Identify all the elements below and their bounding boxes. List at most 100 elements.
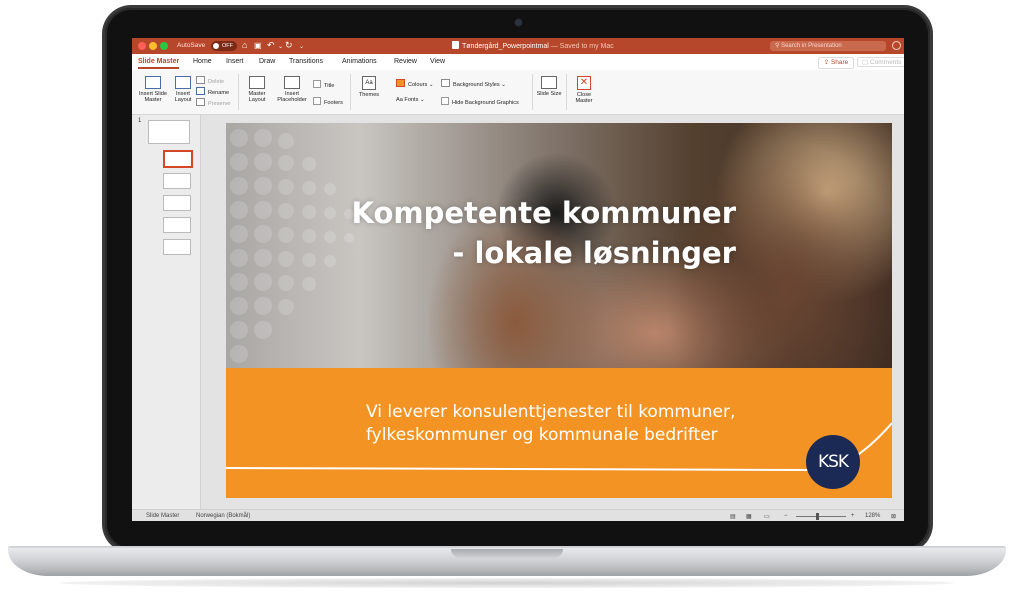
laptop-notch	[451, 549, 563, 558]
slide-size-icon	[541, 76, 557, 89]
master-layout-button[interactable]: Master Layout	[242, 76, 272, 103]
hide-background-checkbox-box	[441, 97, 449, 105]
layout-thumbnail[interactable]	[163, 239, 191, 255]
fonts-button[interactable]: Aa Fonts ⌄	[396, 97, 425, 103]
home-icon[interactable]: ⌂	[242, 40, 247, 50]
search-input[interactable]: ⚲ Search in Presentation	[770, 41, 886, 51]
zoom-slider-handle[interactable]	[816, 513, 819, 520]
zoom-out-icon[interactable]: −	[784, 513, 788, 519]
customize-toolbar-icon[interactable]: ⌄	[299, 43, 304, 50]
comments-label: Comments	[869, 59, 902, 66]
minimize-window-button[interactable]	[149, 42, 157, 50]
document-save-status: — Saved to my Mac	[550, 43, 614, 50]
zoom-window-button[interactable]	[160, 42, 168, 50]
search-placeholder: Search in Presentation	[781, 43, 842, 49]
footers-checkbox-label: Footers	[324, 100, 343, 106]
rename-button[interactable]: Rename	[196, 87, 229, 96]
autosave-toggle[interactable]: OFF	[211, 41, 237, 51]
placeholder-icon	[284, 76, 300, 89]
share-button[interactable]: ⇪ Share	[818, 57, 854, 69]
layout-thumbnail[interactable]	[163, 150, 193, 168]
hide-background-graphics-checkbox[interactable]: Hide Background Graphics	[441, 97, 519, 106]
delete-icon	[196, 76, 205, 84]
share-icon: ⇪	[823, 59, 831, 66]
ribbon-toolbar: Insert Slide Master Insert Layout Delete…	[132, 70, 904, 115]
tab-slide-master[interactable]: Slide Master	[138, 58, 180, 69]
status-language[interactable]: Norwegian (Bokmål)	[196, 513, 250, 519]
tab-draw[interactable]: Draw	[259, 58, 275, 65]
delete-button[interactable]: Delete	[196, 76, 224, 85]
status-view-name: Slide Master	[146, 513, 180, 519]
footers-checkbox-box	[313, 97, 321, 105]
tab-view[interactable]: View	[430, 58, 445, 65]
master-layout-icon	[249, 76, 265, 89]
fonts-label: Fonts	[404, 97, 419, 103]
insert-layout-button[interactable]: Insert Layout	[171, 76, 195, 103]
ribbon-divider	[566, 74, 567, 110]
undo-icon[interactable]: ↶	[267, 40, 275, 51]
ribbon-tabs: Slide Master Home Insert Draw Transition…	[132, 54, 904, 70]
background-styles-icon	[441, 79, 450, 87]
colours-button[interactable]: Colours ⌄	[396, 79, 434, 88]
rename-icon	[196, 87, 205, 95]
ribbon-divider	[350, 74, 351, 110]
document-icon	[452, 41, 459, 49]
laptop-shadow	[60, 578, 954, 588]
undo-dropdown-icon[interactable]: ⌄	[278, 43, 283, 50]
preserve-button[interactable]: Preserve	[196, 98, 230, 107]
insert-slide-master-button[interactable]: Insert Slide Master	[135, 76, 171, 103]
reading-view-icon[interactable]: ▭	[764, 513, 770, 520]
master-layout-label: Master Layout	[248, 91, 266, 103]
tab-insert[interactable]: Insert	[226, 58, 244, 65]
hide-background-graphics-label: Hide Background Graphics	[452, 100, 519, 106]
slide-size-label: Slide Size	[536, 91, 562, 97]
layout-thumbnail[interactable]	[163, 173, 191, 189]
fit-to-window-icon[interactable]: ⊠	[891, 513, 896, 520]
insert-slide-master-label: Insert Slide Master	[139, 91, 167, 103]
colours-icon	[396, 79, 405, 87]
webcam	[515, 19, 522, 26]
feedback-smiley-icon[interactable]	[892, 41, 901, 50]
footers-checkbox[interactable]: Footers	[313, 97, 343, 106]
title-checkbox[interactable]: Title	[313, 80, 334, 89]
close-window-button[interactable]	[138, 42, 146, 50]
rename-label: Rename	[208, 90, 230, 96]
close-master-icon: ✕	[577, 76, 591, 90]
redo-icon[interactable]: ↻	[285, 40, 293, 51]
tab-review[interactable]: Review	[394, 58, 417, 65]
background-styles-button[interactable]: Background Styles ⌄	[441, 79, 506, 88]
tab-transitions[interactable]: Transitions	[289, 58, 323, 65]
save-icon[interactable]: ▣	[254, 41, 262, 50]
themes-button[interactable]: Aa Themes	[354, 76, 384, 98]
slide-sorter-icon[interactable]: ▦	[746, 513, 752, 520]
themes-label: Themes	[358, 92, 380, 98]
close-master-button[interactable]: ✕ Close Master	[570, 76, 598, 104]
comment-icon: ▢	[862, 59, 870, 66]
tab-home[interactable]: Home	[193, 58, 212, 65]
themes-icon: Aa	[362, 76, 376, 90]
layout-thumbnail[interactable]	[163, 217, 191, 233]
slide-master-thumbnail[interactable]	[148, 120, 190, 144]
preserve-label: Preserve	[208, 101, 231, 107]
tab-animations[interactable]: Animations	[342, 58, 377, 65]
layout-icon	[175, 76, 191, 89]
layout-thumbnail[interactable]	[163, 195, 191, 211]
normal-view-icon[interactable]: ▤	[730, 513, 736, 520]
colours-label: Colours	[408, 82, 428, 88]
zoom-slider[interactable]	[796, 516, 846, 517]
zoom-in-icon[interactable]: +	[851, 513, 855, 519]
powerpoint-window: AutoSave OFF ⌂ ▣ ↶ ⌄ ↻ ⌄ Tøndergård_Powe…	[132, 38, 904, 521]
decorative-swoosh-line	[226, 422, 892, 472]
slide-size-button[interactable]: Slide Size	[536, 76, 562, 97]
title-bar: AutoSave OFF ⌂ ▣ ↶ ⌄ ↻ ⌄ Tøndergård_Powe…	[132, 38, 904, 54]
status-bar: Slide Master Norwegian (Bokmål) ▤ ▦ ▭ − …	[132, 509, 904, 521]
title-checkbox-label: Title	[324, 83, 335, 89]
ksk-logo: KSK	[806, 435, 860, 489]
zoom-level[interactable]: 128%	[865, 513, 880, 519]
title-checkbox-box	[313, 80, 321, 88]
insert-placeholder-label: Insert Placeholder	[277, 91, 307, 103]
preserve-icon	[196, 98, 205, 106]
slide[interactable]: Kompetente kommuner - lokale løsninger V…	[226, 123, 892, 498]
insert-placeholder-button[interactable]: Insert Placeholder	[274, 76, 310, 103]
comments-button[interactable]: ▢ Comments	[857, 57, 904, 67]
